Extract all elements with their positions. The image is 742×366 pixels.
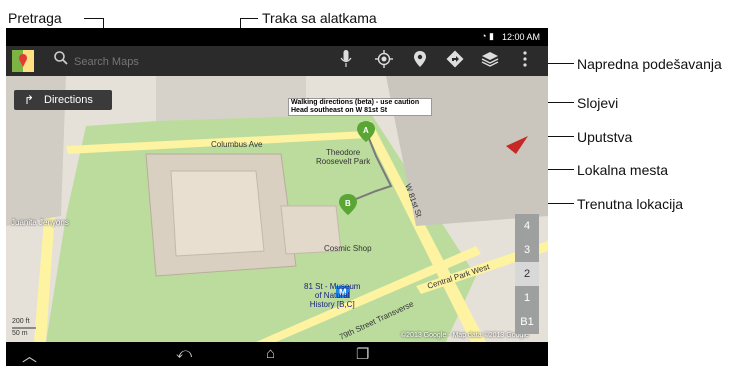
local-places-icon[interactable] xyxy=(409,50,431,72)
directions-arrow-icon: ↱ xyxy=(24,93,35,107)
tablet-screen: ◔ ▮ 12:00 AM Search Maps A B M ↱ Directi… xyxy=(6,28,548,366)
search-icon[interactable] xyxy=(50,50,72,72)
label-scale-m: 50 m xyxy=(12,330,28,337)
map-canvas xyxy=(6,76,548,342)
callout-directions: Uputstva xyxy=(577,129,633,145)
navigation-bar: ︿ ⤺ ⌂ ❐ xyxy=(6,342,548,366)
label-cosmic-shop: Cosmic Shop xyxy=(324,244,372,253)
layers-icon[interactable] xyxy=(479,50,501,72)
callout-current-location: Trenutna lokacija xyxy=(577,196,684,212)
callout-advanced-settings: Napredna podešavanja xyxy=(577,56,722,72)
home-icon[interactable]: ⌂ xyxy=(266,345,275,362)
leader-search xyxy=(84,18,104,19)
overflow-menu-icon[interactable] xyxy=(514,50,536,72)
map-copyright: ©2013 Google - Map data ©2013 Google xyxy=(401,332,529,339)
directions-button-label: Directions xyxy=(44,94,93,106)
wifi-battery-icon: ◔ ▮ xyxy=(481,31,494,41)
callout-toolbar: Traka sa alatkama xyxy=(262,10,377,26)
maps-logo-icon[interactable] xyxy=(12,50,34,72)
toolbar xyxy=(6,46,548,76)
marker-b-label: B xyxy=(345,199,351,208)
status-bar: ◔ ▮ 12:00 AM xyxy=(6,28,548,46)
tooltip-line-2: Head southeast on W 81st St xyxy=(291,107,388,114)
directions-button[interactable]: ↱ Directions xyxy=(14,90,112,110)
callout-search: Pretraga xyxy=(8,10,62,26)
museum-courtyard xyxy=(170,170,265,257)
microphone-icon[interactable] xyxy=(335,50,357,72)
callout-layers: Slojevi xyxy=(577,95,619,111)
label-juanita-jenyons: Juanita Jenyons xyxy=(11,218,69,227)
callout-local-places: Lokalna mesta xyxy=(577,162,669,178)
tooltip-line-1: Walking directions (beta) - use caution xyxy=(291,99,420,106)
back-icon[interactable]: ⤺ xyxy=(176,345,192,362)
leader-toolbar xyxy=(240,18,258,19)
chevron-up-icon[interactable]: ︿ xyxy=(22,345,37,366)
directions-tooltip[interactable]: Walking directions (beta) - use caution … xyxy=(288,98,432,116)
floor-2[interactable]: 2 xyxy=(515,262,539,286)
floor-3[interactable]: 3 xyxy=(515,238,539,262)
search-input[interactable] xyxy=(72,52,316,72)
city-blocks-north xyxy=(156,76,306,121)
label-theodore-park: Theodore Roosevelt Park xyxy=(316,148,371,166)
status-time: 12:00 AM xyxy=(501,32,540,42)
my-location-icon[interactable] xyxy=(373,50,395,72)
marker-a-label: A xyxy=(363,126,369,135)
floor-4[interactable]: 4 xyxy=(515,214,539,238)
floor-1[interactable]: 1 xyxy=(515,286,539,310)
label-museum-station: 81 St - Museum of Natural History [B,C] xyxy=(304,282,361,309)
floor-b1[interactable]: B1 xyxy=(515,310,539,334)
label-scale-ft: 200 ft xyxy=(12,318,30,325)
directions-icon[interactable] xyxy=(444,50,466,72)
recent-apps-icon[interactable]: ❐ xyxy=(356,345,369,363)
label-columbus-ave: Columbus Ave xyxy=(211,140,263,149)
map-view[interactable]: A B M ↱ Directions Walking directions (b… xyxy=(6,76,548,342)
